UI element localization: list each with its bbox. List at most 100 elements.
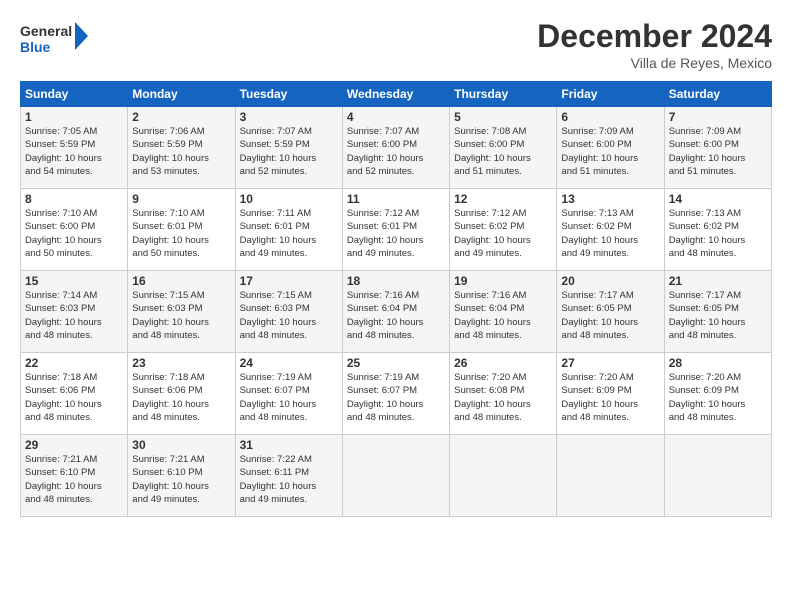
day-info-line: and 48 minutes. [347,411,445,424]
table-row: 16Sunrise: 7:15 AMSunset: 6:03 PMDayligh… [128,271,235,353]
day-number: 4 [347,110,445,124]
table-row: 20Sunrise: 7:17 AMSunset: 6:05 PMDayligh… [557,271,664,353]
day-info: Sunrise: 7:21 AMSunset: 6:10 PMDaylight:… [132,453,230,506]
day-info-line: Sunset: 6:06 PM [132,384,230,397]
table-row: 12Sunrise: 7:12 AMSunset: 6:02 PMDayligh… [450,189,557,271]
day-number: 27 [561,356,659,370]
logo: GeneralBlue [20,18,90,56]
day-info: Sunrise: 7:18 AMSunset: 6:06 PMDaylight:… [25,371,123,424]
day-info-line: Sunset: 6:06 PM [25,384,123,397]
day-info-line: Sunset: 6:02 PM [669,220,767,233]
day-info-line: and 48 minutes. [240,329,338,342]
day-info-line: Daylight: 10 hours [669,152,767,165]
day-info-line: Daylight: 10 hours [561,398,659,411]
header-friday: Friday [557,82,664,107]
day-number: 15 [25,274,123,288]
day-info-line: Sunset: 6:08 PM [454,384,552,397]
day-info-line: and 49 minutes. [561,247,659,260]
day-info-line: Sunrise: 7:16 AM [347,289,445,302]
day-info-line: Daylight: 10 hours [561,234,659,247]
day-info-line: Sunset: 6:02 PM [454,220,552,233]
day-info-line: Sunset: 6:01 PM [347,220,445,233]
day-info-line: Sunrise: 7:05 AM [25,125,123,138]
day-info-line: and 48 minutes. [132,329,230,342]
calendar-week-row: 1Sunrise: 7:05 AMSunset: 5:59 PMDaylight… [21,107,772,189]
day-info-line: Daylight: 10 hours [454,234,552,247]
day-number: 16 [132,274,230,288]
table-row: 5Sunrise: 7:08 AMSunset: 6:00 PMDaylight… [450,107,557,189]
day-info: Sunrise: 7:14 AMSunset: 6:03 PMDaylight:… [25,289,123,342]
day-info-line: Sunset: 6:04 PM [347,302,445,315]
day-info-line: Daylight: 10 hours [240,152,338,165]
day-info-line: and 51 minutes. [669,165,767,178]
day-info-line: and 49 minutes. [240,247,338,260]
day-info-line: Daylight: 10 hours [240,398,338,411]
table-row: 27Sunrise: 7:20 AMSunset: 6:09 PMDayligh… [557,353,664,435]
svg-text:Blue: Blue [20,39,51,55]
day-number: 7 [669,110,767,124]
day-info-line: Sunset: 6:00 PM [25,220,123,233]
day-info-line: and 49 minutes. [240,493,338,506]
day-number: 31 [240,438,338,452]
day-info-line: Sunrise: 7:12 AM [454,207,552,220]
day-info-line: Sunrise: 7:15 AM [132,289,230,302]
day-info-line: Sunrise: 7:21 AM [132,453,230,466]
day-number: 2 [132,110,230,124]
day-info-line: Sunrise: 7:10 AM [25,207,123,220]
day-info-line: Daylight: 10 hours [25,316,123,329]
day-info-line: Sunset: 6:00 PM [561,138,659,151]
calendar-table: Sunday Monday Tuesday Wednesday Thursday… [20,81,772,517]
day-info-line: Daylight: 10 hours [240,480,338,493]
day-info-line: and 48 minutes. [25,411,123,424]
day-number: 17 [240,274,338,288]
day-number: 23 [132,356,230,370]
day-info-line: and 49 minutes. [132,493,230,506]
day-info-line: Sunrise: 7:15 AM [240,289,338,302]
day-info: Sunrise: 7:13 AMSunset: 6:02 PMDaylight:… [561,207,659,260]
day-info-line: and 48 minutes. [669,329,767,342]
table-row: 15Sunrise: 7:14 AMSunset: 6:03 PMDayligh… [21,271,128,353]
table-row: 19Sunrise: 7:16 AMSunset: 6:04 PMDayligh… [450,271,557,353]
day-info-line: Daylight: 10 hours [132,234,230,247]
table-row: 6Sunrise: 7:09 AMSunset: 6:00 PMDaylight… [557,107,664,189]
header-saturday: Saturday [664,82,771,107]
day-info: Sunrise: 7:12 AMSunset: 6:02 PMDaylight:… [454,207,552,260]
day-info-line: Daylight: 10 hours [132,152,230,165]
day-info: Sunrise: 7:19 AMSunset: 6:07 PMDaylight:… [240,371,338,424]
day-number: 25 [347,356,445,370]
day-info-line: Sunset: 6:03 PM [25,302,123,315]
day-info: Sunrise: 7:12 AMSunset: 6:01 PMDaylight:… [347,207,445,260]
day-info: Sunrise: 7:21 AMSunset: 6:10 PMDaylight:… [25,453,123,506]
day-info: Sunrise: 7:10 AMSunset: 6:00 PMDaylight:… [25,207,123,260]
day-info-line: Sunset: 6:07 PM [240,384,338,397]
table-row: 21Sunrise: 7:17 AMSunset: 6:05 PMDayligh… [664,271,771,353]
day-info-line: Sunrise: 7:07 AM [347,125,445,138]
day-info-line: Daylight: 10 hours [669,234,767,247]
table-row [450,435,557,517]
day-info: Sunrise: 7:05 AMSunset: 5:59 PMDaylight:… [25,125,123,178]
day-info: Sunrise: 7:20 AMSunset: 6:09 PMDaylight:… [561,371,659,424]
day-info-line: and 52 minutes. [240,165,338,178]
calendar-week-row: 29Sunrise: 7:21 AMSunset: 6:10 PMDayligh… [21,435,772,517]
day-info: Sunrise: 7:07 AMSunset: 5:59 PMDaylight:… [240,125,338,178]
table-row: 13Sunrise: 7:13 AMSunset: 6:02 PMDayligh… [557,189,664,271]
day-info: Sunrise: 7:17 AMSunset: 6:05 PMDaylight:… [669,289,767,342]
day-info-line: Sunrise: 7:18 AM [25,371,123,384]
day-info-line: Daylight: 10 hours [240,316,338,329]
table-row: 4Sunrise: 7:07 AMSunset: 6:00 PMDaylight… [342,107,449,189]
table-row: 9Sunrise: 7:10 AMSunset: 6:01 PMDaylight… [128,189,235,271]
day-info-line: Sunrise: 7:09 AM [561,125,659,138]
day-info-line: and 48 minutes. [240,411,338,424]
day-info: Sunrise: 7:16 AMSunset: 6:04 PMDaylight:… [347,289,445,342]
day-number: 5 [454,110,552,124]
day-number: 13 [561,192,659,206]
day-number: 24 [240,356,338,370]
day-info: Sunrise: 7:07 AMSunset: 6:00 PMDaylight:… [347,125,445,178]
calendar-week-row: 15Sunrise: 7:14 AMSunset: 6:03 PMDayligh… [21,271,772,353]
day-info-line: Sunrise: 7:22 AM [240,453,338,466]
table-row: 3Sunrise: 7:07 AMSunset: 5:59 PMDaylight… [235,107,342,189]
table-row [664,435,771,517]
page-header: GeneralBlue December 2024 Villa de Reyes… [20,18,772,71]
table-row: 30Sunrise: 7:21 AMSunset: 6:10 PMDayligh… [128,435,235,517]
day-info-line: and 48 minutes. [454,411,552,424]
